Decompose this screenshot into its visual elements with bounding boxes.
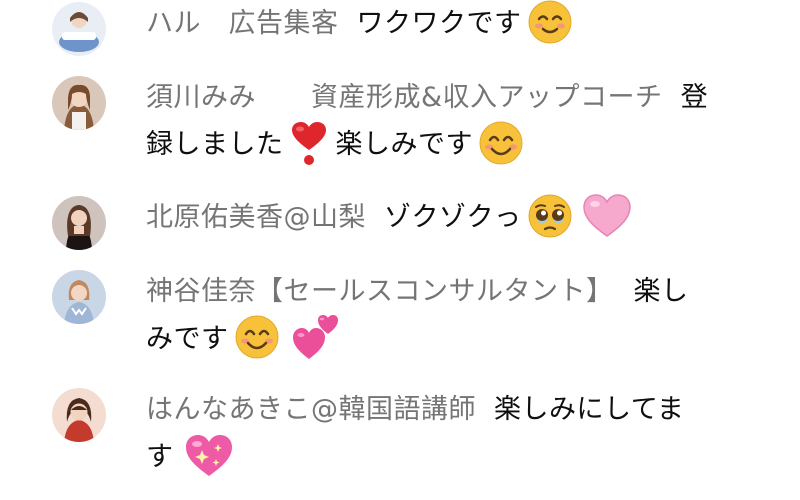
message-text: ワクワクです xyxy=(356,8,522,39)
pink-heart-icon xyxy=(580,192,634,240)
message-text: 登 xyxy=(680,82,709,113)
avatar[interactable] xyxy=(52,76,106,130)
avatar[interactable] xyxy=(52,270,106,324)
message-text: みです xyxy=(146,323,229,355)
message-text: ゾクゾクっ xyxy=(384,202,522,233)
red-heart-exclamation-icon xyxy=(286,119,332,167)
message-author[interactable]: 北原佑美香@山梨 xyxy=(146,202,366,233)
message-author[interactable]: 神谷佳奈【セールスコンサルタント】 xyxy=(146,276,614,307)
sparkling-heart-icon xyxy=(182,430,236,480)
message-text: 録しました xyxy=(146,129,284,160)
avatar[interactable] xyxy=(52,2,106,56)
avatar[interactable] xyxy=(52,388,106,442)
message-author[interactable]: ハル 広告集客 xyxy=(146,8,339,39)
message-text: 楽しみです xyxy=(335,129,473,160)
avatar[interactable] xyxy=(52,196,106,250)
live-chat-list: ハル 広告集客 ワクワクです 須川みみ 資産形成&収入アップコーチ 登 録しまし… xyxy=(0,0,800,500)
message-author[interactable]: はんなあきこ@韓国語講師 xyxy=(146,394,476,425)
smiling-face-icon xyxy=(477,119,525,167)
smiling-face-icon xyxy=(526,0,574,46)
pleading-face-icon xyxy=(526,192,574,240)
message-author[interactable]: 須川みみ 資産形成&収入アップコーチ xyxy=(146,82,663,113)
message-text: す xyxy=(146,441,174,473)
message-text: 楽しみにしてま xyxy=(494,394,685,425)
message-text: 楽し xyxy=(633,276,689,307)
two-hearts-icon xyxy=(291,312,341,362)
smiling-face-icon xyxy=(233,313,281,361)
